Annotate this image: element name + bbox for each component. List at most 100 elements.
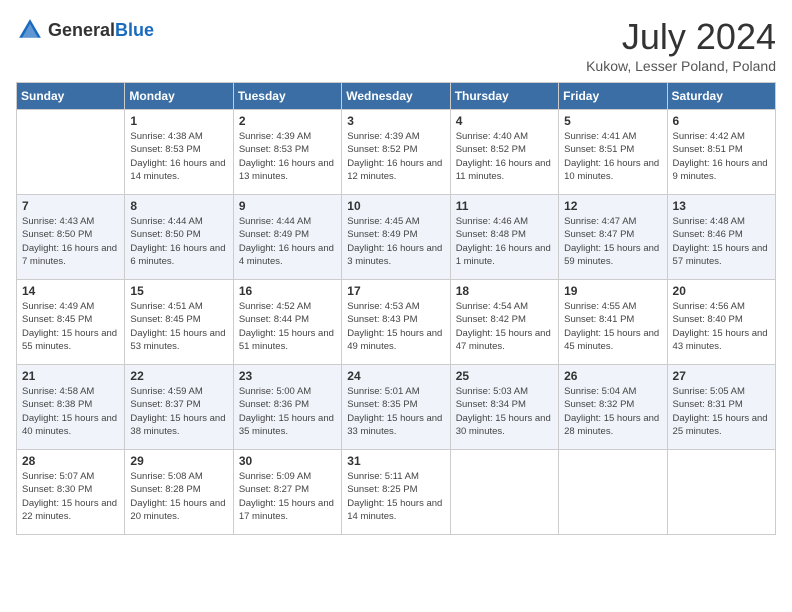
day-number: 19	[564, 284, 661, 298]
logo-wordmark: GeneralBlue	[48, 20, 154, 41]
day-number: 22	[130, 369, 227, 383]
calendar-row-0: 1Sunrise: 4:38 AMSunset: 8:53 PMDaylight…	[17, 110, 776, 195]
calendar-cell	[667, 450, 775, 535]
cell-info: Sunrise: 4:58 AMSunset: 8:38 PMDaylight:…	[22, 385, 119, 438]
calendar-cell: 4 Sunrise: 4:40 AMSunset: 8:52 PMDaylight…	[450, 110, 558, 195]
logo-blue: Blue	[115, 20, 154, 40]
day-number: 11	[456, 199, 553, 213]
calendar-cell: 22 Sunrise: 4:59 AMSunset: 8:37 PMDayligh…	[125, 365, 233, 450]
day-number: 2	[239, 114, 336, 128]
calendar-cell: 25 Sunrise: 5:03 AMSunset: 8:34 PMDayligh…	[450, 365, 558, 450]
calendar-cell: 5 Sunrise: 4:41 AMSunset: 8:51 PMDaylight…	[559, 110, 667, 195]
day-number: 25	[456, 369, 553, 383]
cell-info: Sunrise: 4:56 AMSunset: 8:40 PMDaylight:…	[673, 300, 770, 353]
page-header: GeneralBlue July 2024 Kukow, Lesser Pola…	[16, 16, 776, 74]
day-number: 12	[564, 199, 661, 213]
header-day-wednesday: Wednesday	[342, 83, 450, 110]
calendar-cell: 15 Sunrise: 4:51 AMSunset: 8:45 PMDayligh…	[125, 280, 233, 365]
cell-info: Sunrise: 4:59 AMSunset: 8:37 PMDaylight:…	[130, 385, 227, 438]
day-number: 23	[239, 369, 336, 383]
calendar-cell: 6Sunrise: 4:42 AMSunset: 8:51 PMDaylight…	[667, 110, 775, 195]
calendar-cell: 9Sunrise: 4:44 AMSunset: 8:49 PMDaylight…	[233, 195, 341, 280]
cell-info: Sunrise: 4:55 AMSunset: 8:41 PMDaylight:…	[564, 300, 661, 353]
day-number: 15	[130, 284, 227, 298]
day-number: 17	[347, 284, 444, 298]
header-day-friday: Friday	[559, 83, 667, 110]
cell-info: Sunrise: 4:47 AMSunset: 8:47 PMDaylight:…	[564, 215, 661, 268]
calendar-cell: 27Sunrise: 5:05 AMSunset: 8:31 PMDayligh…	[667, 365, 775, 450]
calendar-row-3: 21 Sunrise: 4:58 AMSunset: 8:38 PMDayligh…	[17, 365, 776, 450]
calendar-cell: 10Sunrise: 4:45 AMSunset: 8:49 PMDayligh…	[342, 195, 450, 280]
cell-info: Sunrise: 4:48 AMSunset: 8:46 PMDaylight:…	[673, 215, 770, 268]
cell-info: Sunrise: 4:45 AMSunset: 8:49 PMDaylight:…	[347, 215, 444, 268]
day-number: 31	[347, 454, 444, 468]
calendar-cell: 23Sunrise: 5:00 AMSunset: 8:36 PMDayligh…	[233, 365, 341, 450]
calendar-cell	[450, 450, 558, 535]
cell-info: Sunrise: 4:38 AMSunset: 8:53 PMDaylight:…	[130, 130, 227, 183]
header-day-saturday: Saturday	[667, 83, 775, 110]
location: Kukow, Lesser Poland, Poland	[586, 58, 776, 74]
cell-info: Sunrise: 4:52 AMSunset: 8:44 PMDaylight:…	[239, 300, 336, 353]
calendar-cell: 29Sunrise: 5:08 AMSunset: 8:28 PMDayligh…	[125, 450, 233, 535]
day-number: 16	[239, 284, 336, 298]
calendar-cell: 1Sunrise: 4:38 AMSunset: 8:53 PMDaylight…	[125, 110, 233, 195]
calendar-cell: 7Sunrise: 4:43 AMSunset: 8:50 PMDaylight…	[17, 195, 125, 280]
day-number: 4	[456, 114, 553, 128]
header-day-thursday: Thursday	[450, 83, 558, 110]
day-number: 3	[347, 114, 444, 128]
title-block: July 2024 Kukow, Lesser Poland, Poland	[586, 16, 776, 74]
calendar-row-1: 7Sunrise: 4:43 AMSunset: 8:50 PMDaylight…	[17, 195, 776, 280]
cell-info: Sunrise: 5:11 AMSunset: 8:25 PMDaylight:…	[347, 470, 444, 523]
day-number: 5	[564, 114, 661, 128]
cell-info: Sunrise: 5:01 AMSunset: 8:35 PMDaylight:…	[347, 385, 444, 438]
day-number: 18	[456, 284, 553, 298]
calendar-cell	[559, 450, 667, 535]
calendar-cell: 16 Sunrise: 4:52 AMSunset: 8:44 PMDayligh…	[233, 280, 341, 365]
calendar-cell: 20 Sunrise: 4:56 AMSunset: 8:40 PMDayligh…	[667, 280, 775, 365]
cell-info: Sunrise: 5:09 AMSunset: 8:27 PMDaylight:…	[239, 470, 336, 523]
calendar-cell: 8Sunrise: 4:44 AMSunset: 8:50 PMDaylight…	[125, 195, 233, 280]
cell-info: Sunrise: 5:08 AMSunset: 8:28 PMDaylight:…	[130, 470, 227, 523]
header-day-monday: Monday	[125, 83, 233, 110]
day-number: 21	[22, 369, 119, 383]
cell-info: Sunrise: 5:07 AMSunset: 8:30 PMDaylight:…	[22, 470, 119, 523]
calendar-cell: 31 Sunrise: 5:11 AMSunset: 8:25 PMDayligh…	[342, 450, 450, 535]
cell-info: Sunrise: 4:40 AMSunset: 8:52 PMDaylight:…	[456, 130, 553, 183]
cell-info: Sunrise: 4:44 AMSunset: 8:49 PMDaylight:…	[239, 215, 336, 268]
calendar-cell	[17, 110, 125, 195]
cell-info: Sunrise: 4:46 AMSunset: 8:48 PMDaylight:…	[456, 215, 553, 268]
calendar-cell: 2 Sunrise: 4:39 AMSunset: 8:53 PMDaylight…	[233, 110, 341, 195]
cell-info: Sunrise: 4:54 AMSunset: 8:42 PMDaylight:…	[456, 300, 553, 353]
cell-info: Sunrise: 5:03 AMSunset: 8:34 PMDaylight:…	[456, 385, 553, 438]
day-number: 30	[239, 454, 336, 468]
header-day-sunday: Sunday	[17, 83, 125, 110]
calendar-table: SundayMondayTuesdayWednesdayThursdayFrid…	[16, 82, 776, 535]
cell-info: Sunrise: 4:53 AMSunset: 8:43 PMDaylight:…	[347, 300, 444, 353]
day-number: 24	[347, 369, 444, 383]
calendar-cell: 14 Sunrise: 4:49 AMSunset: 8:45 PMDayligh…	[17, 280, 125, 365]
day-number: 14	[22, 284, 119, 298]
cell-info: Sunrise: 4:41 AMSunset: 8:51 PMDaylight:…	[564, 130, 661, 183]
calendar-cell: 21 Sunrise: 4:58 AMSunset: 8:38 PMDayligh…	[17, 365, 125, 450]
cell-info: Sunrise: 4:51 AMSunset: 8:45 PMDaylight:…	[130, 300, 227, 353]
day-number: 7	[22, 199, 119, 213]
day-number: 26	[564, 369, 661, 383]
calendar-cell: 17 Sunrise: 4:53 AMSunset: 8:43 PMDayligh…	[342, 280, 450, 365]
cell-info: Sunrise: 4:39 AMSunset: 8:53 PMDaylight:…	[239, 130, 336, 183]
calendar-cell: 11 Sunrise: 4:46 AMSunset: 8:48 PMDayligh…	[450, 195, 558, 280]
month-title: July 2024	[586, 16, 776, 58]
calendar-cell: 28 Sunrise: 5:07 AMSunset: 8:30 PMDayligh…	[17, 450, 125, 535]
day-number: 28	[22, 454, 119, 468]
calendar-cell: 26Sunrise: 5:04 AMSunset: 8:32 PMDayligh…	[559, 365, 667, 450]
day-number: 27	[673, 369, 770, 383]
day-number: 13	[673, 199, 770, 213]
calendar-cell: 3Sunrise: 4:39 AMSunset: 8:52 PMDaylight…	[342, 110, 450, 195]
calendar-cell: 24 Sunrise: 5:01 AMSunset: 8:35 PMDayligh…	[342, 365, 450, 450]
cell-info: Sunrise: 4:44 AMSunset: 8:50 PMDaylight:…	[130, 215, 227, 268]
day-number: 20	[673, 284, 770, 298]
cell-info: Sunrise: 4:42 AMSunset: 8:51 PMDaylight:…	[673, 130, 770, 183]
logo: GeneralBlue	[16, 16, 154, 44]
cell-info: Sunrise: 4:49 AMSunset: 8:45 PMDaylight:…	[22, 300, 119, 353]
calendar-cell: 30 Sunrise: 5:09 AMSunset: 8:27 PMDayligh…	[233, 450, 341, 535]
calendar-row-4: 28 Sunrise: 5:07 AMSunset: 8:30 PMDayligh…	[17, 450, 776, 535]
